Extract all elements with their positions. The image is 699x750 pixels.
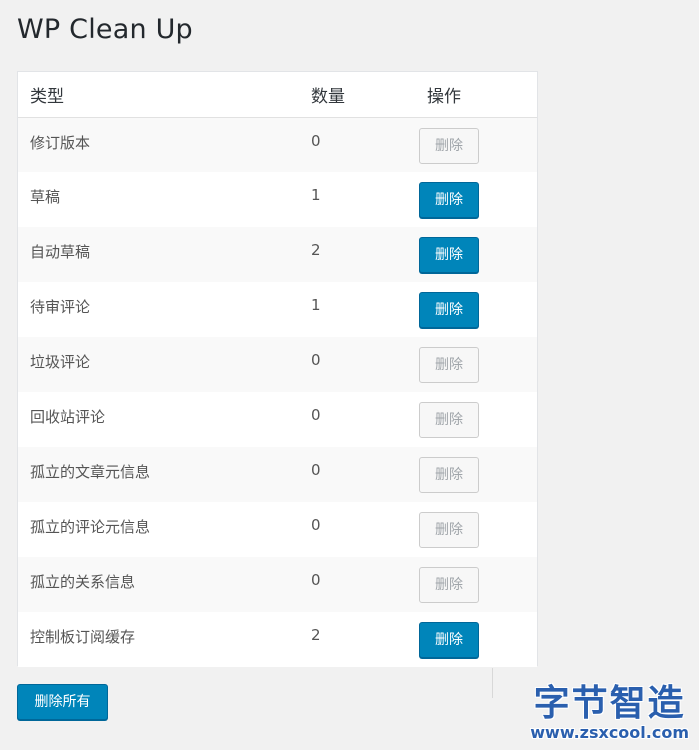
delete-button[interactable]: 删除 — [419, 237, 479, 273]
row-type: 垃圾评论 — [30, 353, 91, 371]
table-row: 孤立的关系信息 0 删除 — [18, 557, 537, 612]
divider — [492, 668, 493, 698]
row-count: 0 — [311, 461, 321, 479]
row-type: 修订版本 — [30, 133, 91, 152]
row-type: 草稿 — [30, 188, 61, 206]
header-action: 操作 — [415, 72, 537, 118]
row-type: 孤立的文章元信息 — [30, 463, 151, 481]
row-count: 2 — [311, 241, 321, 259]
delete-button[interactable]: 删除 — [419, 182, 479, 218]
page-title: WP Clean Up — [17, 14, 193, 45]
row-count: 2 — [311, 626, 321, 644]
delete-button[interactable]: 删除 — [419, 347, 479, 383]
table-header-row: 类型 数量 操作 — [18, 72, 537, 118]
row-count: 0 — [311, 351, 321, 369]
table-row: 垃圾评论 0 删除 — [18, 337, 537, 392]
delete-button[interactable]: 删除 — [419, 622, 479, 658]
delete-button[interactable]: 删除 — [419, 567, 479, 603]
table-row: 草稿 1 删除 — [18, 172, 537, 227]
row-type: 孤立的关系信息 — [30, 573, 136, 591]
table-row: 孤立的评论元信息 0 删除 — [18, 502, 537, 557]
table-row: 自动草稿 2 删除 — [18, 227, 537, 282]
table-row: 控制板订阅缓存 2 删除 — [18, 612, 537, 667]
row-type: 控制板订阅缓存 — [30, 628, 136, 646]
delete-all-button[interactable]: 删除所有 — [17, 684, 108, 720]
table-row: 孤立的文章元信息 0 删除 — [18, 447, 537, 502]
row-type: 孤立的评论元信息 — [30, 518, 151, 536]
watermark-title: 字节智造 — [533, 683, 686, 724]
delete-button[interactable]: 删除 — [419, 512, 479, 548]
cleanup-table: 类型 数量 操作 修订版本 0 删除 草稿 1 删除 自动草稿 2 删除 待审评… — [18, 72, 537, 667]
row-count: 1 — [311, 296, 321, 314]
row-type: 自动草稿 — [30, 243, 91, 261]
delete-button[interactable]: 删除 — [419, 457, 479, 493]
row-count: 0 — [311, 406, 321, 424]
table-row: 待审评论 1 删除 — [18, 282, 537, 337]
row-type: 回收站评论 — [30, 408, 106, 426]
delete-button[interactable]: 删除 — [419, 402, 479, 438]
site-watermark: 字节智造 www.zsxcool.com — [530, 684, 689, 742]
table-header: 类型 数量 操作 — [18, 72, 537, 118]
delete-button[interactable]: 删除 — [419, 292, 479, 328]
row-type: 待审评论 — [30, 298, 91, 316]
row-count: 1 — [311, 186, 321, 204]
header-type: 类型 — [18, 72, 299, 118]
table-body: 修订版本 0 删除 草稿 1 删除 自动草稿 2 删除 待审评论 1 删除 垃圾… — [18, 117, 537, 667]
cleanup-table-container: 类型 数量 操作 修订版本 0 删除 草稿 1 删除 自动草稿 2 删除 待审评… — [17, 71, 538, 667]
table-row: 回收站评论 0 删除 — [18, 392, 537, 447]
row-count: 0 — [311, 516, 321, 534]
row-count: 0 — [311, 131, 321, 150]
delete-button[interactable]: 删除 — [419, 127, 479, 164]
row-count: 0 — [311, 571, 321, 589]
table-row: 修订版本 0 删除 — [18, 117, 537, 172]
header-count: 数量 — [299, 72, 415, 118]
watermark-url: www.zsxcool.com — [530, 723, 689, 742]
